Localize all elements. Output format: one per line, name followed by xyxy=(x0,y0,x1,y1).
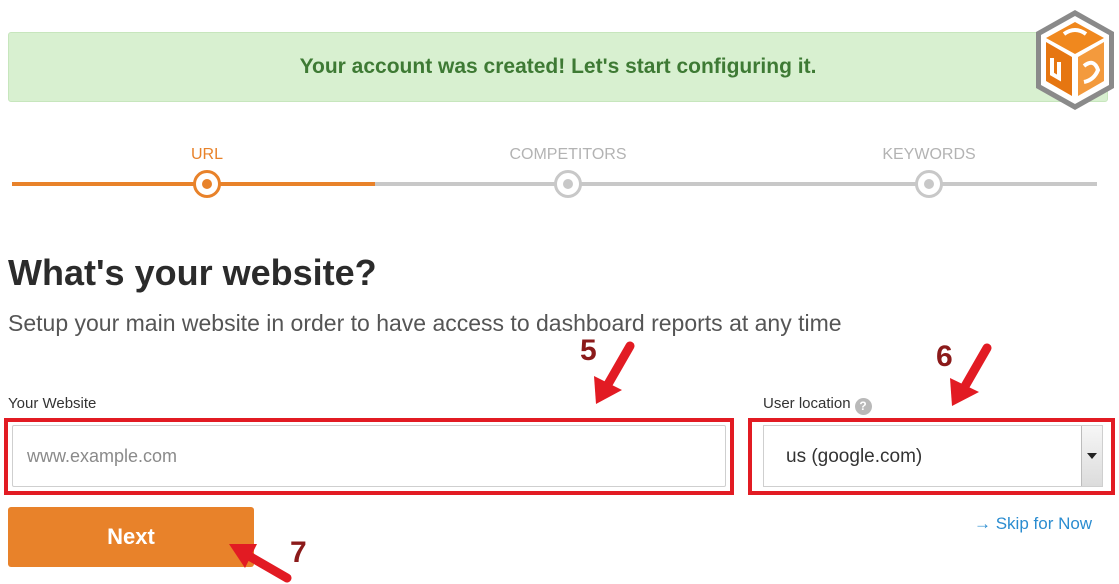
location-label: User location xyxy=(763,395,851,412)
website-label: Your Website xyxy=(8,395,97,412)
location-selected-value: us (google.com) xyxy=(786,446,923,467)
progress-track-remaining xyxy=(375,182,1097,186)
website-input[interactable] xyxy=(12,425,726,487)
user-location-select[interactable]: us (google.com) xyxy=(763,425,1103,487)
chevron-down-icon[interactable] xyxy=(1081,426,1102,486)
step-label-keywords: KEYWORDS xyxy=(882,146,976,163)
step-label-url: URL xyxy=(190,146,224,163)
hexagon-cube-logo xyxy=(1036,10,1114,110)
success-message: Your account was created! Let's start co… xyxy=(299,55,817,78)
question-circle-icon[interactable]: ? xyxy=(854,398,872,415)
step-dot-url[interactable] xyxy=(193,170,221,198)
success-banner: Your account was created! Let's start co… xyxy=(8,32,1108,102)
page-title: What's your website? xyxy=(8,252,377,293)
skip-for-now-link[interactable]: → Skip for Now xyxy=(974,514,1092,534)
page-subtitle: Setup your main website in order to have… xyxy=(8,310,842,336)
step-dot-keywords[interactable] xyxy=(915,170,943,198)
next-button[interactable]: Next xyxy=(8,507,254,567)
annotation-arrow-7 xyxy=(229,544,292,583)
step-label-competitors: COMPETITORS xyxy=(509,146,627,163)
progress-stepper: URL COMPETITORS KEYWORDS xyxy=(0,140,1119,210)
location-label-wrap: User location? xyxy=(763,395,872,415)
annotation-arrow-5 xyxy=(594,341,635,404)
annotation-arrow-6 xyxy=(950,343,992,406)
step-dot-competitors[interactable] xyxy=(554,170,582,198)
